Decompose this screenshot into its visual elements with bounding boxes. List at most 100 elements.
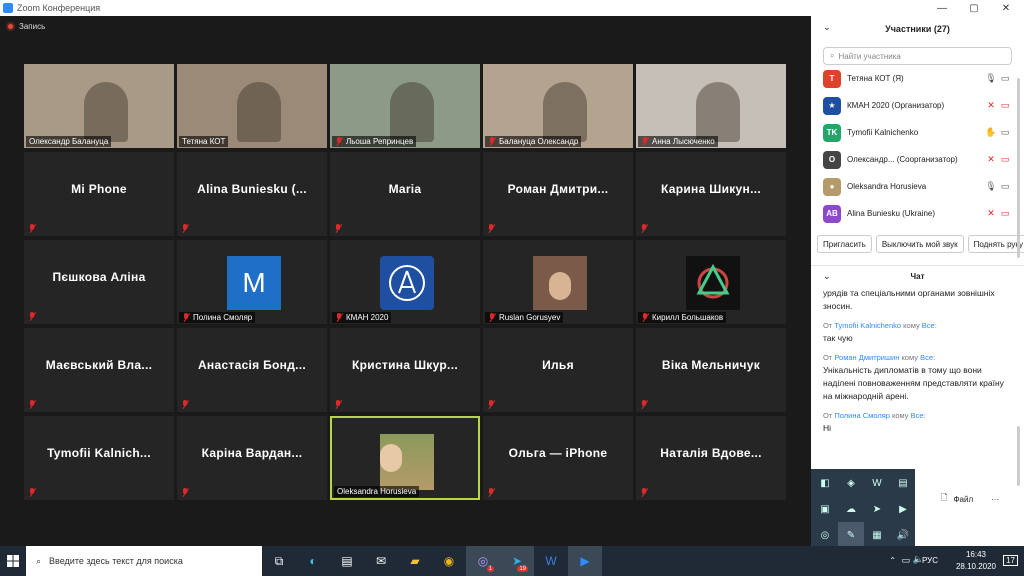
cloud-icon[interactable]: ☁ [838, 496, 864, 522]
video-tile[interactable]: КМАН 2020 [330, 240, 480, 324]
video-tile[interactable]: Кристина Шкур... [330, 328, 480, 412]
video-tile[interactable]: Наталія Вдове... [636, 416, 786, 500]
invite-button[interactable]: Пригласить [817, 235, 872, 253]
viber-icon[interactable]: ◎ [812, 522, 838, 548]
mic-status-icon[interactable]: ✕ [984, 154, 998, 165]
pen-icon[interactable]: ✎ [838, 522, 864, 548]
notification-icon[interactable]: 17 [1003, 555, 1018, 566]
chevron-down-icon[interactable]: ⌄ [823, 271, 831, 282]
video-tile[interactable]: Кирилл Большаков [636, 240, 786, 324]
video-tile[interactable]: Каріна Вардан... [177, 416, 327, 500]
more-icon[interactable]: ··· [991, 495, 999, 504]
folder-icon[interactable]: ▰ [398, 546, 432, 576]
file-label: Файл [953, 494, 974, 504]
participant-row[interactable]: AB Alina Buniesku (Ukraine) ✕ ▭ [811, 200, 1024, 227]
video-tile[interactable]: Балануца Олександр [483, 64, 633, 148]
video-tile[interactable]: Олександр Балануца [24, 64, 174, 148]
video-tile[interactable]: Анастасія Бонд... [177, 328, 327, 412]
camera-status-icon[interactable]: ▭ [998, 127, 1012, 138]
viber-icon[interactable]: ◎ 1 [466, 546, 500, 576]
avatar: О [823, 150, 841, 169]
clock[interactable]: 16:43 28.10.2020 [956, 549, 996, 573]
chrome-icon[interactable]: ◉ [432, 546, 466, 576]
telegram-icon[interactable]: ➤ [864, 496, 890, 522]
mic-status-icon[interactable]: 🎙 [984, 73, 998, 84]
chat-recipient[interactable]: Все: [911, 411, 926, 420]
video-tile[interactable]: Роман Дмитри... [483, 152, 633, 236]
chat-sender[interactable]: Полина Смоляр [834, 411, 890, 420]
video-tile[interactable]: Тетяна КОТ [177, 64, 327, 148]
maximize-button[interactable]: ▢ [958, 0, 990, 16]
video-tile[interactable]: Tymofii Kalnich... [24, 416, 174, 500]
chat-message-text: так чую [823, 333, 853, 343]
task-view-icon[interactable]: ⧉ [262, 546, 296, 576]
chat-recipient[interactable]: Все: [922, 321, 937, 330]
video-tile[interactable]: Пєшкова Аліна [24, 240, 174, 324]
video-tile[interactable]: Maria [330, 152, 480, 236]
participants-scrollbar[interactable] [1017, 78, 1020, 258]
store-icon[interactable]: ▤ [330, 546, 364, 576]
monitor-icon[interactable]: ▣ [812, 496, 838, 522]
camera-status-icon[interactable]: ▭ [998, 154, 1012, 165]
raise-hand-button[interactable]: Поднять руку [967, 235, 1024, 253]
camera-status-icon[interactable]: ▭ [998, 73, 1012, 84]
video-tile[interactable]: Alina Buniesku (... [177, 152, 327, 236]
network-icon[interactable]: ▭ [901, 555, 910, 566]
video-tile[interactable]: Ruslan Gorusyev [483, 240, 633, 324]
chat-sender[interactable]: Tymofii Kalnichenko [834, 321, 901, 330]
word-icon[interactable]: W [534, 546, 568, 576]
participant-search-input[interactable]: ⌕ Найти участника [823, 47, 1012, 65]
minimize-button[interactable]: — [926, 0, 958, 16]
participant-row[interactable]: О Олександр... (Соорганизатор) ✕ ▭ [811, 146, 1024, 173]
participant-row[interactable]: ● Oleksandra Horusieva 🎙 ▭ [811, 173, 1024, 200]
video-tile[interactable]: Ольга — iPhone [483, 416, 633, 500]
chat-file-button[interactable]: 🗋 Файл ··· [941, 492, 999, 506]
speaker-icon[interactable]: 🔊 [890, 522, 916, 548]
tray-expand-icon[interactable]: ⌃ [889, 556, 896, 565]
chat-recipient[interactable]: Все: [920, 353, 935, 362]
video-tile[interactable]: Льоша Репринцев [330, 64, 480, 148]
camera-status-icon[interactable]: ▭ [998, 208, 1012, 219]
close-button[interactable]: ✕ [990, 0, 1022, 16]
mic-status-icon[interactable]: 🎙 [984, 181, 998, 192]
tray-app-icon[interactable]: ▦ [864, 522, 890, 548]
name-label-text: КМАН 2020 [346, 313, 389, 322]
participant-row[interactable]: Т Тетяна КОТ (Я) 🎙 ▭ [811, 65, 1024, 92]
mic-status-icon[interactable]: ✕ [984, 208, 998, 219]
camera-status-icon[interactable]: ▭ [998, 181, 1012, 192]
video-tile[interactable]: Илья [483, 328, 633, 412]
tray-app-icon[interactable]: ◧ [812, 470, 838, 496]
chat-scrollbar[interactable] [1017, 426, 1020, 486]
participant-row[interactable]: ★ КМАН 2020 (Организатор) ✕ ▭ [811, 92, 1024, 119]
recording-indicator[interactable]: Запись [6, 22, 45, 31]
video-tile[interactable]: M Полина Смоляр [177, 240, 327, 324]
language-indicator[interactable]: РУС [922, 556, 938, 565]
video-tile[interactable]: Маєвський Вла... [24, 328, 174, 412]
chat-sender[interactable]: Роман Дмитришин [834, 353, 899, 362]
camera-status-icon[interactable]: ▭ [998, 100, 1012, 111]
chevron-down-icon[interactable]: ⌄ [823, 22, 831, 33]
edge-icon[interactable]: ◐ [296, 546, 330, 576]
windows-start-icon[interactable] [0, 546, 26, 576]
telegram-icon[interactable]: ➤ 19 [500, 546, 534, 576]
video-tile[interactable]: Mi Phone [24, 152, 174, 236]
name-label: КМАН 2020 [332, 312, 392, 323]
mute-me-button[interactable]: Выключить мой звук [875, 235, 964, 253]
participant-row[interactable]: TK Tymofii Kalnichenko ✋ ▭ [811, 119, 1024, 146]
participant-name: Наталія Вдове... [660, 446, 762, 460]
name-label: Oleksandra Horusieva [334, 486, 420, 497]
zoom-icon[interactable]: ▶ [890, 496, 916, 522]
shield-icon[interactable]: ◈ [838, 470, 864, 496]
video-tile[interactable]: Карина Шикун... [636, 152, 786, 236]
video-tile[interactable]: Віка Мельничук [636, 328, 786, 412]
mail-icon[interactable]: ✉ [364, 546, 398, 576]
video-tile[interactable]: Oleksandra Horusieva [330, 416, 480, 500]
video-tile[interactable]: Анна Лысюченко [636, 64, 786, 148]
taskbar-search-input[interactable]: ⌕ Введите здесь текст для поиска [26, 546, 262, 576]
tray-app-icon[interactable]: ▤ [890, 470, 916, 496]
mic-status-icon[interactable]: ✋ [984, 127, 998, 138]
mic-status-icon[interactable]: ✕ [984, 100, 998, 111]
participant-name: Tymofii Kalnich... [47, 446, 151, 460]
zoom-icon[interactable]: ▶ [568, 546, 602, 576]
word-icon[interactable]: W [864, 470, 890, 496]
